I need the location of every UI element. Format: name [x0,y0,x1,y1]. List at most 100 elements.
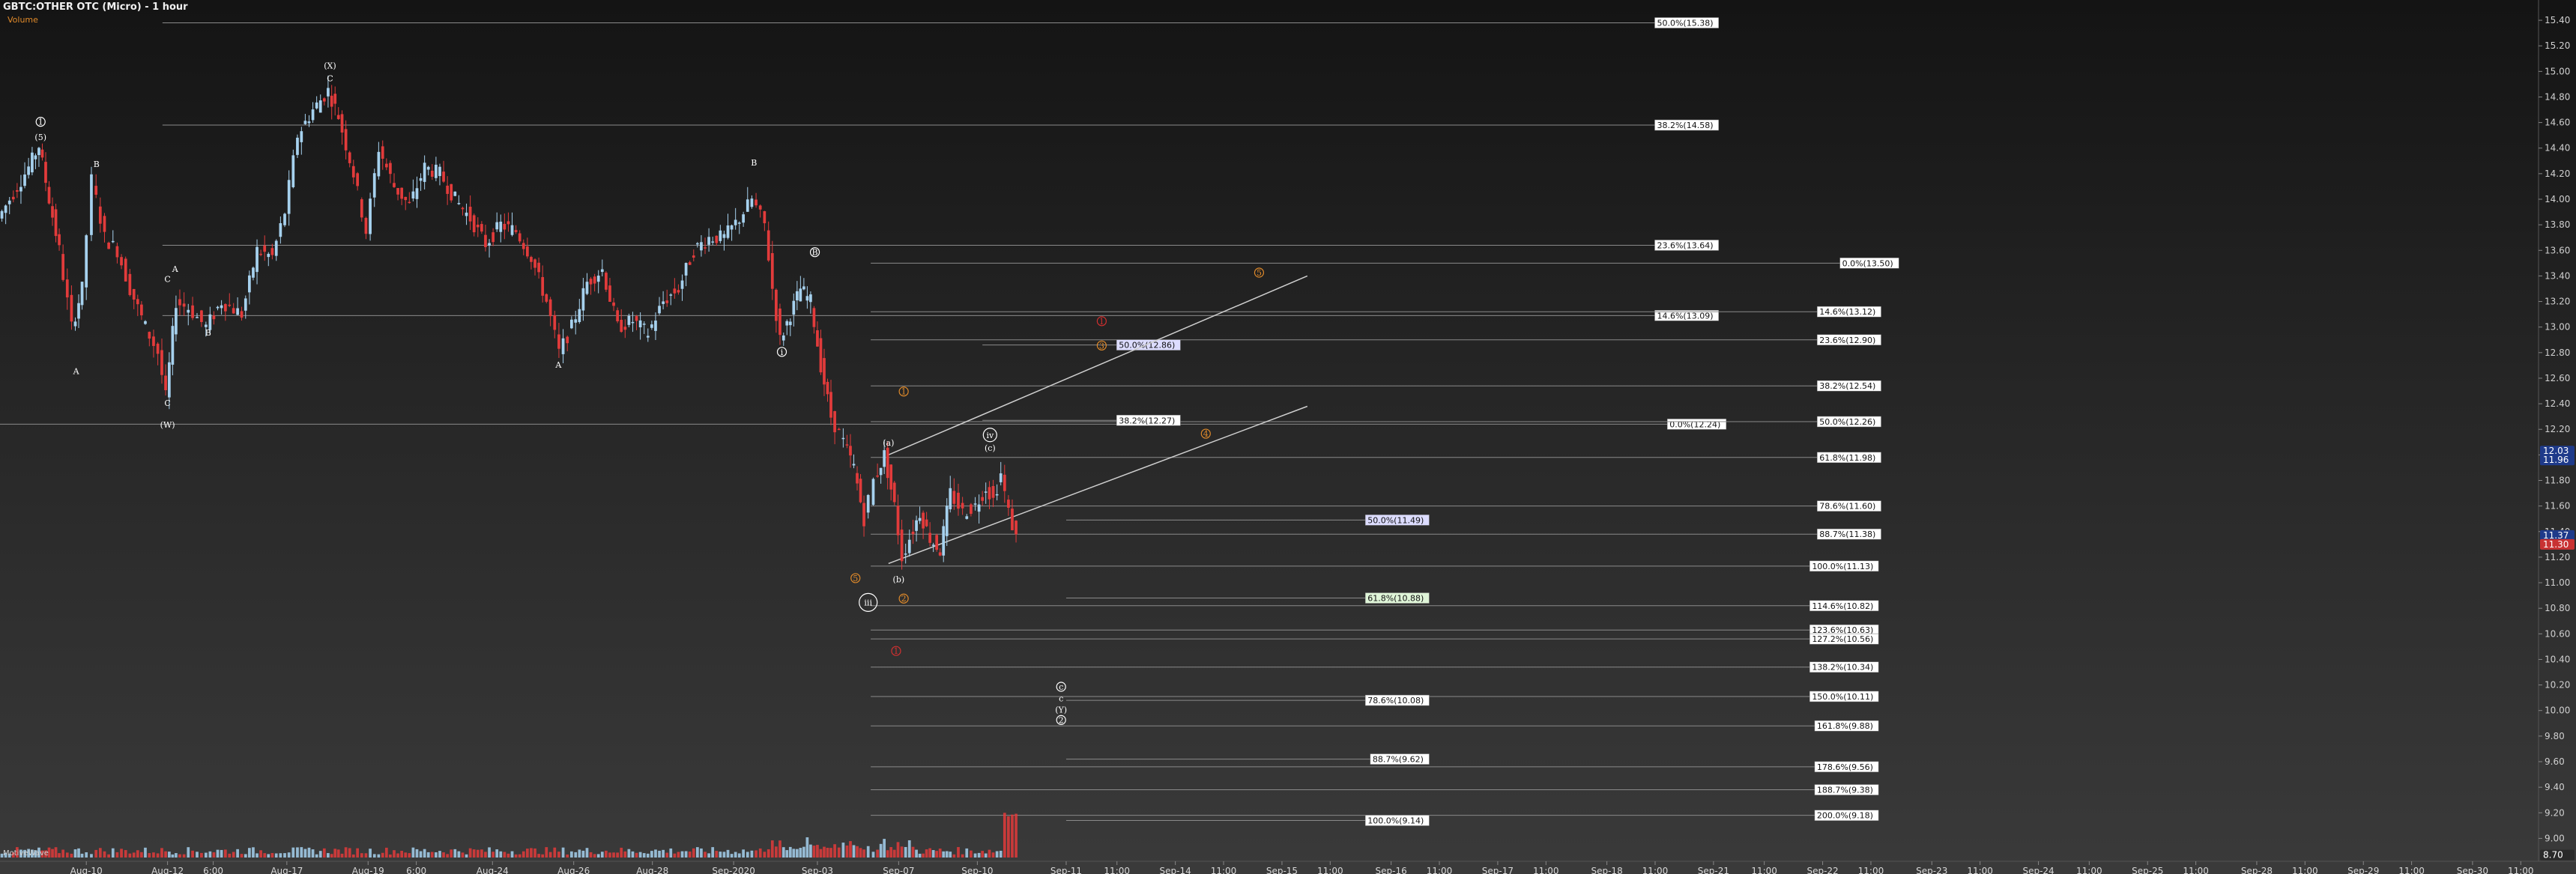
wave-label: 1 [893,646,898,656]
volume-bar [788,846,792,858]
candle-body [1007,500,1010,508]
volume-bar [530,848,533,858]
volume-bar [472,849,476,858]
y-tick-label: 10.80 [2545,603,2570,613]
fib-label: 161.8%(9.88) [1817,721,1873,731]
volume-bar [369,849,372,858]
candle-body [7,200,11,204]
y-tick-label: 11.00 [2545,577,2570,588]
volume-bar [570,851,573,858]
fib-label: 38.2%(12.54) [1819,381,1875,391]
candle-body [957,492,960,509]
wave-label: 1 [38,118,43,127]
volume-bar [484,852,487,858]
y-tick-label: 12.60 [2545,373,2570,383]
x-tick-label: 11:00 [1211,866,1237,874]
volume-bar [892,849,896,858]
volume-bar [446,854,449,858]
wave-label: C [164,398,170,408]
candle-body [876,475,879,477]
candle-body [970,504,973,515]
candle-body [212,315,216,320]
volume-bar [495,849,499,858]
volume-bar [711,847,715,858]
x-tick-label: 11:00 [2076,866,2102,874]
volume-bar [623,851,627,858]
volume-bar [849,841,852,858]
volume-bar [111,848,115,858]
candle-body [965,516,969,519]
candle-body [453,191,457,196]
candle-body [54,209,58,237]
volume-bar [525,849,529,858]
volume-bar [574,852,578,858]
candle-body [4,205,7,213]
price-chart[interactable]: 15.40 15.20 15.00 14.80 14.60 14.40 14.20 14.00… [0,0,2576,874]
price-marker-label: 11.30 [2543,539,2569,550]
candle-body [389,163,392,175]
volume-bar [669,848,673,858]
fib-label: 23.6%(13.64) [1657,240,1713,250]
candle-body [795,291,799,301]
candle-body [124,258,127,282]
volume-bar [802,846,805,858]
y-tick-label: 9.80 [2545,731,2565,741]
volume-bar [372,854,376,858]
volume-bar [646,853,650,858]
volume-bar [148,853,151,858]
volume-bar [981,851,985,858]
candle-body [160,350,163,375]
volume-bar [654,849,657,858]
volume-bar [925,849,928,858]
candle-body [988,487,991,500]
candle-body [545,294,548,302]
volume-bar [344,847,348,858]
candle-body [248,275,251,293]
volume-bar [977,852,981,858]
volume-bar [730,854,734,858]
candle-body [589,279,593,285]
volume-bar [829,848,832,858]
candle-body [829,392,832,418]
candle-body [788,321,792,326]
volume-bar [548,852,552,858]
candle-body [472,215,476,233]
y-tick-label: 10.20 [2545,680,2570,691]
x-tick-label: Aug-28 [636,866,668,874]
trend-line [888,275,1308,456]
candle-body [94,186,98,195]
candle-body [44,162,47,183]
x-tick-label: 6:00 [203,866,223,874]
volume-bar [805,837,809,858]
candle-body [922,512,925,529]
volume-bar [785,850,789,858]
candle-body [991,485,995,498]
candle-body [476,225,480,228]
candle-body [799,288,802,302]
volume-bar [1011,814,1014,858]
candle-body [364,218,368,234]
volume-bar [77,848,80,858]
candle-body [259,253,262,255]
volume-bar [307,847,311,858]
candle-body [351,166,355,177]
volume-bar [856,846,859,858]
candle-body [415,188,419,199]
candle-body [557,334,560,349]
candle-body [333,94,337,104]
candle-body [300,131,303,142]
volume-bar [291,847,295,858]
candle-body [499,221,503,232]
candle-body [40,149,44,158]
candle-body [585,282,589,294]
candle-body [507,221,510,225]
candle-body [767,230,770,261]
volume-bar [889,847,893,858]
volume-bar [492,852,495,858]
volume-bar [605,850,608,858]
volume-bar [442,852,445,858]
volume-bar [351,854,355,858]
volume-bar [581,850,585,858]
volume-bar [965,848,969,858]
y-tick-label: 14.40 [2545,143,2570,154]
